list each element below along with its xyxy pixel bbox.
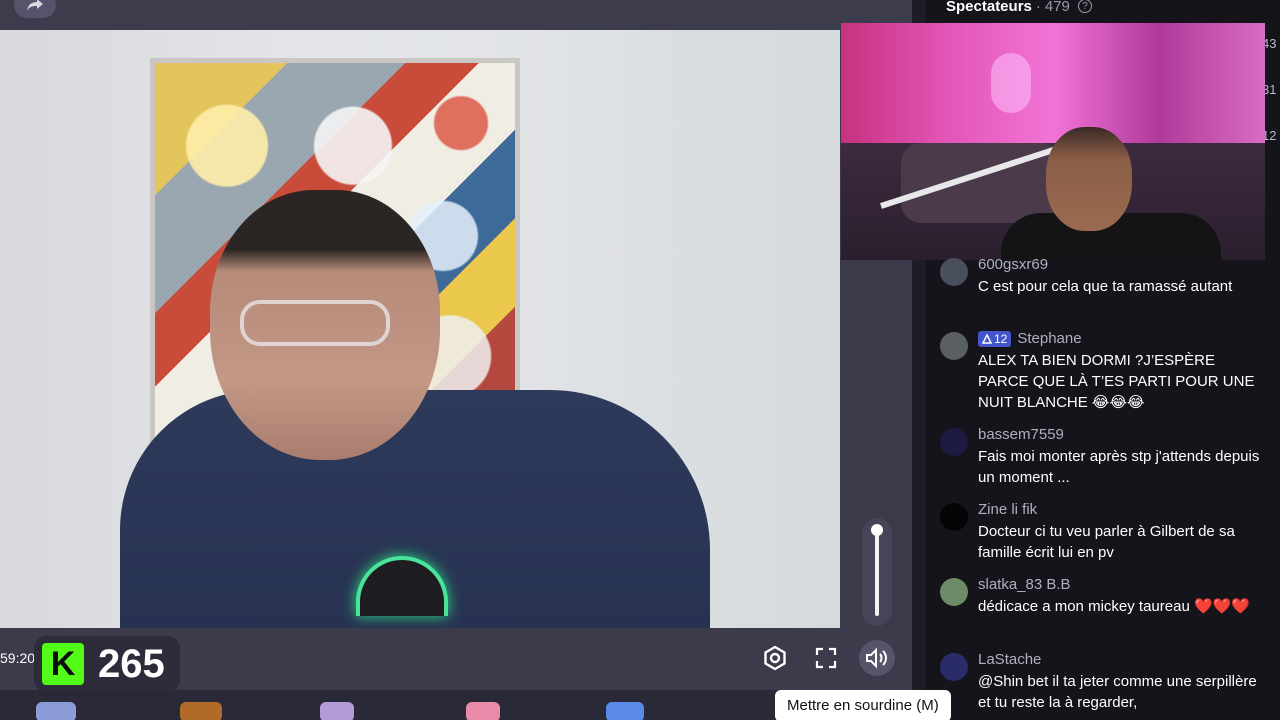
chat-message: LaStache @Shin bet il ta jeter comme une…: [940, 651, 1270, 720]
avatar[interactable]: [940, 503, 968, 531]
chat-username[interactable]: LaStache: [978, 651, 1041, 668]
volume-slider[interactable]: [862, 518, 892, 626]
avatar[interactable]: [940, 578, 968, 606]
mute-tooltip: Mettre en sourdine (M): [775, 690, 951, 720]
subscriber-icon: [982, 333, 992, 344]
stream-page: 59:20 K 265 Spectateurs · 479 ? 43 31 12…: [0, 0, 1280, 720]
chat-message: slatka_83 B.B dédicace a mon mickey taur…: [940, 576, 1270, 640]
emote-item[interactable]: [320, 702, 354, 720]
settings-icon: [764, 645, 786, 671]
streamer-webcam: [841, 23, 1265, 260]
video-frame[interactable]: [0, 30, 840, 628]
stream-time: 59:20: [0, 650, 36, 666]
emote-item[interactable]: [606, 702, 644, 720]
avatar[interactable]: [940, 332, 968, 360]
viewer-count: 265: [98, 641, 165, 686]
chat-username[interactable]: slatka_83 B.B: [978, 576, 1071, 593]
share-icon: [27, 0, 43, 11]
chat-text: Docteur ci tu veu parler à Gilbert de sa…: [978, 523, 1235, 561]
settings-button[interactable]: [757, 640, 793, 676]
fullscreen-button[interactable]: [808, 640, 844, 676]
chat-username[interactable]: 12 Stephane: [978, 330, 1082, 347]
subscriber-badge: 12: [978, 330, 1012, 347]
share-button[interactable]: [14, 0, 56, 18]
emote-item[interactable]: [36, 702, 76, 720]
volume-icon: [866, 647, 887, 669]
chat-text: C est pour cela que ta ramassé autant: [978, 278, 1233, 295]
chat-text: Fais moi monter après stp j'attends depu…: [978, 448, 1260, 486]
video-player: 59:20 K 265: [0, 0, 912, 720]
viewer-badge: K 265: [34, 636, 180, 692]
avatar[interactable]: [940, 653, 968, 681]
chat-text: ALEX TA BIEN DORMI ?J’ESPÈRE PARCE QUE L…: [978, 352, 1255, 411]
avatar[interactable]: [940, 428, 968, 456]
chat-username[interactable]: bassem7559: [978, 426, 1064, 443]
volume-knob[interactable]: [871, 524, 883, 536]
emote-item[interactable]: [466, 702, 500, 720]
chat-message: 12 Stephane ALEX TA BIEN DORMI ?J’ESPÈRE…: [940, 330, 1270, 416]
chat-message: Zine li fik Docteur ci tu veu parler à G…: [940, 501, 1270, 565]
kick-logo: K: [42, 643, 84, 685]
viewers-header: Spectateurs · 479 ?: [946, 0, 1092, 16]
viewers-count: 479: [1044, 0, 1070, 15]
chat-text: dédicace a mon mickey taureau ❤️❤️❤️: [978, 598, 1250, 615]
volume-track[interactable]: [875, 530, 879, 616]
chat-username[interactable]: 600gsxr69: [978, 256, 1048, 273]
viewers-title: Spectateurs: [946, 0, 1032, 15]
avatar[interactable]: [940, 258, 968, 286]
chat-username[interactable]: Zine li fik: [978, 501, 1037, 518]
chat-text: @Shin bet il ta jeter comme une serpillè…: [978, 673, 1257, 711]
viewers-separator: ·: [1035, 0, 1041, 15]
chat-message: bassem7559 Fais moi monter après stp j'a…: [940, 426, 1270, 490]
help-icon[interactable]: ?: [1077, 0, 1092, 13]
player-top-bar: [0, 0, 912, 30]
chat-message: 600gsxr69 C est pour cela que ta ramassé…: [940, 256, 1270, 320]
kick-logo-letter: K: [50, 644, 76, 683]
mute-button[interactable]: [859, 640, 895, 676]
fullscreen-icon: [815, 647, 837, 669]
emote-item[interactable]: [180, 702, 222, 720]
